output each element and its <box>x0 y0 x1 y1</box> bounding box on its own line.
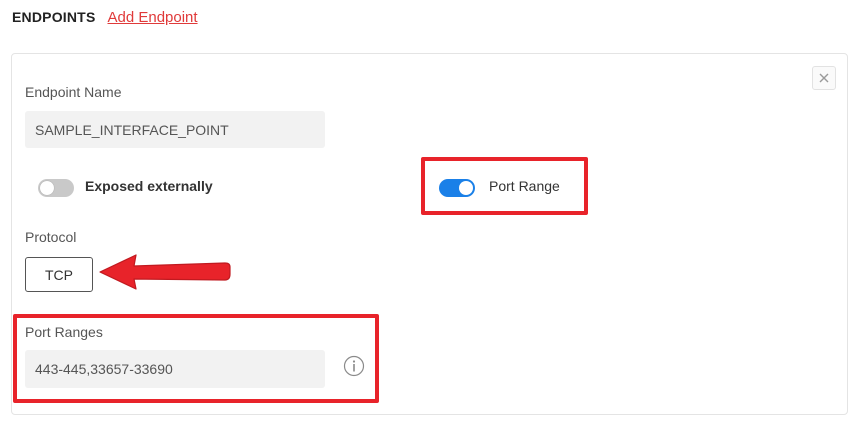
close-icon <box>819 73 829 83</box>
exposed-externally-label: Exposed externally <box>85 178 213 194</box>
toggle-knob <box>40 181 54 195</box>
protocol-value: TCP <box>45 266 73 283</box>
port-ranges-label: Port Ranges <box>25 324 103 340</box>
endpoints-header: ENDPOINTS Add Endpoint <box>12 9 198 26</box>
add-endpoint-link[interactable]: Add Endpoint <box>107 9 197 26</box>
port-ranges-value: 443-445,33657-33690 <box>35 361 173 377</box>
port-range-label: Port Range <box>489 178 560 194</box>
protocol-tcp-button[interactable]: TCP <box>25 257 93 292</box>
protocol-label: Protocol <box>25 229 77 245</box>
port-range-toggle[interactable] <box>439 179 475 197</box>
endpoint-name-label: Endpoint Name <box>25 84 122 100</box>
port-ranges-field[interactable]: 443-445,33657-33690 <box>25 350 325 388</box>
section-title: ENDPOINTS <box>12 9 96 25</box>
endpoint-name-value: SAMPLE_INTERFACE_POINT <box>35 121 229 138</box>
endpoint-name-field[interactable]: SAMPLE_INTERFACE_POINT <box>25 111 325 148</box>
exposed-externally-toggle[interactable] <box>38 179 74 197</box>
toggle-knob <box>459 181 473 195</box>
close-button[interactable] <box>812 66 836 90</box>
info-icon[interactable] <box>343 355 365 377</box>
